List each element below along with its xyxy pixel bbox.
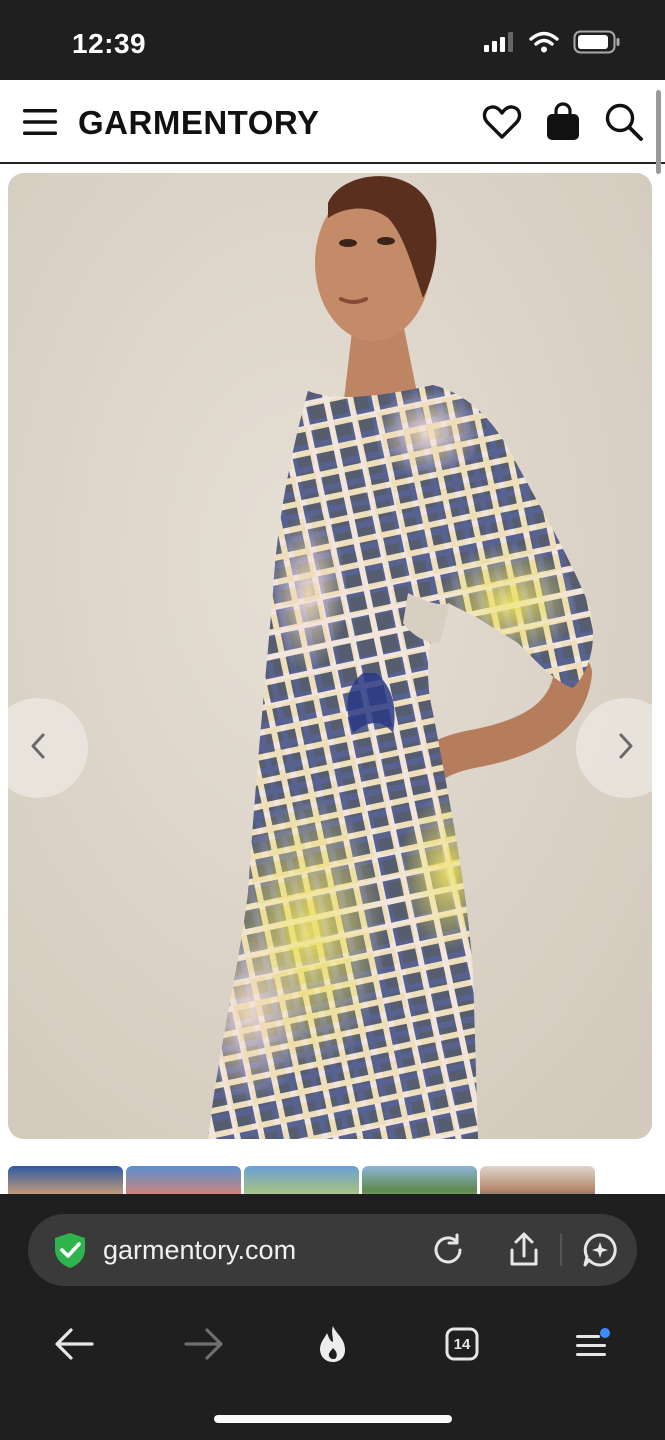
back-icon[interactable] — [52, 1322, 96, 1366]
address-bar-divider — [560, 1234, 562, 1266]
assistant-icon[interactable] — [580, 1230, 620, 1270]
wifi-icon — [529, 31, 559, 58]
product-image[interactable] — [8, 173, 652, 1139]
url-text[interactable]: garmentory.com — [103, 1235, 296, 1266]
search-icon[interactable] — [604, 102, 644, 142]
brand-logo[interactable]: GARMENTORY — [78, 104, 320, 142]
browser-toolbar: garmentory.com 14 — [0, 1194, 665, 1440]
home-indicator[interactable] — [214, 1415, 452, 1423]
chevron-left-icon — [30, 733, 46, 764]
share-icon[interactable] — [504, 1230, 544, 1270]
tab-count: 14 — [453, 1335, 471, 1353]
heart-icon[interactable] — [482, 102, 522, 142]
battery-icon — [573, 30, 621, 59]
status-icons — [483, 30, 621, 59]
tabs-icon[interactable]: 14 — [440, 1322, 484, 1366]
hamburger-menu-icon[interactable] — [20, 102, 60, 142]
site-header: GARMENTORY — [0, 80, 665, 164]
menu-icon[interactable] — [570, 1322, 614, 1366]
flame-icon[interactable] — [311, 1322, 355, 1366]
reload-icon[interactable] — [428, 1230, 468, 1270]
signal-icon — [483, 31, 515, 58]
chevron-right-icon — [618, 733, 634, 764]
address-bar[interactable]: garmentory.com — [28, 1214, 637, 1286]
shield-check-icon — [50, 1230, 90, 1270]
status-bar: 12:39 — [0, 0, 665, 80]
status-time: 12:39 — [72, 28, 147, 59]
page-scrollbar[interactable] — [656, 90, 661, 174]
product-photo-illustration — [8, 173, 652, 1139]
shopping-bag-icon[interactable] — [543, 102, 583, 142]
forward-icon — [182, 1322, 226, 1366]
